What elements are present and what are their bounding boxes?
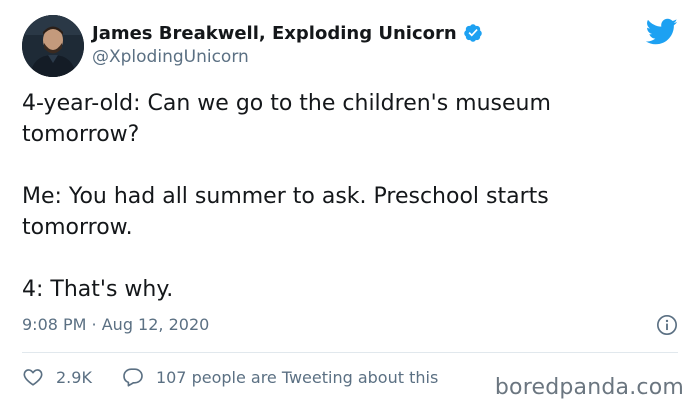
author-block: James Breakwell, Exploding Unicorn @Xplo… <box>92 20 483 67</box>
author-name-row: James Breakwell, Exploding Unicorn <box>92 20 483 46</box>
avatar-photo <box>22 15 84 77</box>
tweet-paragraph: 4: That's why. <box>22 277 174 302</box>
like-count: 2.9K <box>56 367 92 387</box>
avatar[interactable] <box>22 15 84 77</box>
verified-badge-icon <box>463 23 483 43</box>
divider <box>22 352 678 353</box>
info-icon[interactable] <box>656 314 678 336</box>
discussion-link[interactable]: 107 people are Tweeting about this <box>122 366 438 388</box>
twitter-bird-icon[interactable] <box>645 18 678 46</box>
watermark: boredpanda.com <box>490 375 684 400</box>
tweet-paragraph: 4-year-old: Can we go to the children's … <box>22 91 551 147</box>
tweet-paragraph: Me: You had all summer to ask. Preschool… <box>22 184 549 240</box>
heart-icon <box>23 369 43 386</box>
like-button[interactable]: 2.9K <box>22 366 92 388</box>
author-name[interactable]: James Breakwell, Exploding Unicorn <box>92 23 457 44</box>
tweet-actions: 2.9K 107 people are Tweeting about this <box>22 366 438 388</box>
comment-bubble-icon <box>123 368 143 387</box>
discussion-text: 107 people are Tweeting about this <box>155 367 439 387</box>
tweet-timestamp[interactable]: 9:08 PM · Aug 12, 2020 <box>22 315 209 334</box>
tweet-text: 4-year-old: Can we go to the children's … <box>22 88 662 305</box>
author-handle[interactable]: @XplodingUnicorn <box>92 47 483 67</box>
tweet-card: James Breakwell, Exploding Unicorn @Xplo… <box>0 0 700 406</box>
